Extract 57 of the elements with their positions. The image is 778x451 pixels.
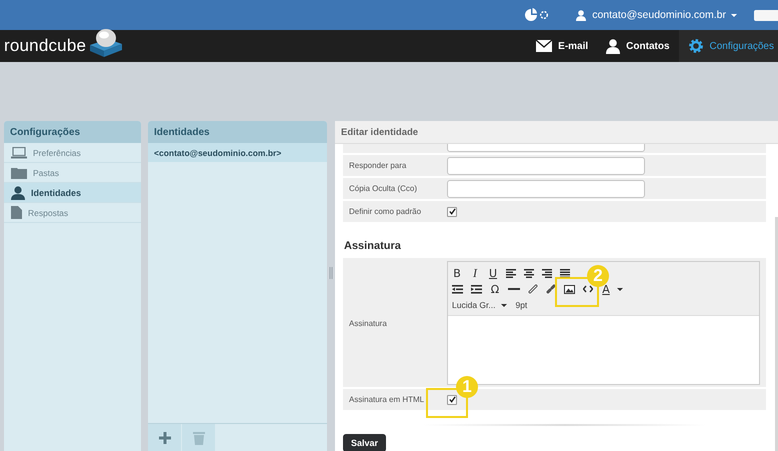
pie-chart-icon[interactable]	[525, 8, 550, 22]
section-heading: Assinatura	[344, 240, 402, 252]
trash-icon	[192, 430, 204, 444]
person-icon	[606, 38, 620, 54]
indent-icon[interactable]	[471, 284, 482, 294]
caret-icon[interactable]	[731, 14, 737, 16]
cube-logo-icon	[89, 28, 124, 58]
toolbar-select[interactable]: 9pt	[515, 300, 528, 310]
splitter-grip-icon[interactable]	[329, 267, 333, 279]
scrollbar[interactable]	[775, 217, 778, 451]
settings-menu-item[interactable]: Identidades	[4, 183, 141, 203]
checkbox[interactable]	[447, 394, 457, 404]
italic-button[interactable]: I	[470, 266, 480, 280]
toolbar-button[interactable]: B	[452, 266, 462, 280]
align-center-icon[interactable]	[524, 268, 534, 278]
panel-title: Configurações	[4, 121, 141, 143]
callout-number: 2	[587, 264, 609, 286]
text-input[interactable]	[447, 180, 645, 198]
caret-icon[interactable]	[617, 288, 623, 290]
image-icon[interactable]	[564, 284, 575, 294]
toolbar-button[interactable]: U	[488, 266, 498, 280]
save-button[interactable]: Salvar	[343, 434, 386, 451]
person-icon	[11, 186, 25, 200]
outdent-icon[interactable]	[452, 284, 463, 294]
nav-tab[interactable]: Configurações	[678, 30, 778, 62]
align-left-icon[interactable]	[506, 268, 516, 278]
checkbox[interactable]	[447, 206, 457, 216]
gear-icon	[688, 38, 704, 54]
logo-text: roundcube	[4, 36, 86, 56]
link-icon[interactable]	[528, 284, 538, 294]
toolbar-select[interactable]: Lucida Gr...	[452, 300, 496, 310]
panel-title: Editar identidade	[335, 121, 778, 144]
align-justify-icon[interactable]	[560, 268, 570, 278]
panel-title: Identidades	[148, 121, 327, 143]
align-right-icon[interactable]	[542, 268, 552, 278]
text-input[interactable]	[447, 156, 645, 174]
folder-icon	[11, 166, 27, 178]
caret-icon[interactable]	[501, 304, 508, 306]
nav-tab[interactable]: Contatos	[597, 30, 679, 62]
code-icon[interactable]	[583, 285, 593, 293]
field-label: Assinatura em HTML	[348, 395, 426, 404]
user-email-link[interactable]: contato@seudominio.com.br	[592, 9, 726, 21]
field-label: Assinatura	[348, 318, 388, 328]
envelope-icon	[536, 40, 552, 52]
add-button[interactable]	[148, 424, 181, 451]
plus-icon	[158, 432, 170, 444]
identity-list-item[interactable]: <contato@seudominio.com.br>	[148, 143, 327, 162]
toolbar-button[interactable]: Ω	[490, 282, 500, 296]
laptop-icon	[11, 146, 27, 158]
document-icon	[11, 206, 22, 219]
nav-tab[interactable]: E-mail	[527, 30, 598, 62]
field-label: Definir como padrão	[348, 207, 422, 216]
field-label: Responder para	[348, 161, 408, 170]
broken-link-icon[interactable]	[546, 284, 556, 294]
user-icon	[576, 10, 586, 20]
search-field[interactable]	[754, 10, 778, 20]
field-label: Cópia Oculta (Cco)	[348, 184, 418, 193]
